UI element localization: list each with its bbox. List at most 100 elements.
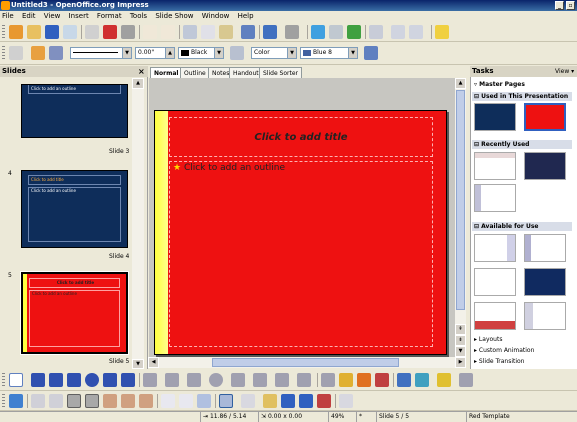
- scroll-up-button[interactable]: ▲: [132, 78, 144, 89]
- shadow-icon[interactable]: [364, 46, 378, 60]
- master-thumbnail-red[interactable]: [524, 103, 566, 131]
- open-icon[interactable]: [27, 25, 41, 39]
- snap-to-helplines-icon[interactable]: [85, 394, 99, 408]
- simple-handles-icon[interactable]: [219, 394, 233, 408]
- print-icon[interactable]: [121, 25, 135, 39]
- symbol-shapes-icon[interactable]: [209, 373, 223, 387]
- menu-tools[interactable]: Tools: [130, 12, 147, 20]
- display-grid-icon[interactable]: [31, 394, 45, 408]
- available-master-thumbnail-1[interactable]: [474, 234, 516, 262]
- master-thumbnail-blue[interactable]: [474, 103, 516, 131]
- menu-view[interactable]: View: [44, 12, 61, 20]
- recent-master-thumbnail-3[interactable]: [474, 184, 516, 212]
- snap-to-object-border-icon[interactable]: [121, 394, 135, 408]
- new-document-icon[interactable]: [9, 25, 23, 39]
- spellcheck-icon[interactable]: [143, 25, 157, 39]
- tab-handout[interactable]: Handout: [229, 67, 263, 78]
- chart-icon[interactable]: [311, 25, 325, 39]
- tasks-view-menu[interactable]: View ▾: [555, 66, 574, 77]
- slide-thumbnail-3[interactable]: Click to add an outline: [21, 84, 128, 138]
- text-icon[interactable]: [103, 373, 117, 387]
- snap-to-page-margins-icon[interactable]: [103, 394, 117, 408]
- fontwork-icon[interactable]: [339, 373, 353, 387]
- slides-pane-close-button[interactable]: ×: [138, 67, 145, 76]
- object-text-icon[interactable]: [299, 394, 313, 408]
- edit-file-icon[interactable]: [85, 25, 99, 39]
- recent-master-thumbnail-2[interactable]: [524, 152, 566, 180]
- line-width-field[interactable]: 0.00" ▲: [135, 47, 175, 59]
- rectangle-icon[interactable]: [67, 373, 81, 387]
- available-master-thumbnail-2[interactable]: [524, 234, 566, 262]
- scroll-down-button[interactable]: ▼: [132, 359, 144, 369]
- callouts-icon[interactable]: [275, 373, 289, 387]
- scroll-down-button[interactable]: ▼: [455, 346, 466, 357]
- block-arrows-icon[interactable]: [231, 373, 245, 387]
- basic-shapes-icon[interactable]: [187, 373, 201, 387]
- from-file-icon[interactable]: [357, 373, 371, 387]
- autospellcheck-icon[interactable]: [161, 25, 175, 39]
- rotate-icon[interactable]: [397, 373, 411, 387]
- toolbar-grip[interactable]: [2, 394, 5, 408]
- more-controls-icon[interactable]: [339, 394, 353, 408]
- scroll-right-button[interactable]: ▶: [455, 357, 466, 368]
- slides-scrollbar[interactable]: ▲ ▼: [132, 78, 144, 369]
- recent-master-thumbnail-1[interactable]: [474, 152, 516, 180]
- slide-canvas[interactable]: Click to add title ★ Click to add an out…: [154, 110, 447, 355]
- menu-slide-show[interactable]: Slide Show: [155, 12, 193, 20]
- line-style-select[interactable]: ▼: [70, 47, 132, 59]
- toolbar-grip[interactable]: [2, 46, 5, 61]
- menu-format[interactable]: Format: [97, 12, 122, 20]
- grid-icon[interactable]: [369, 25, 383, 39]
- callout-icon[interactable]: [121, 373, 135, 387]
- scroll-thumb[interactable]: [212, 358, 399, 367]
- maximize-button[interactable]: ▫: [566, 1, 575, 10]
- available-master-thumbnail-5[interactable]: [474, 302, 516, 330]
- email-icon[interactable]: [63, 25, 77, 39]
- master-pages-header[interactable]: ▿ Master Pages: [472, 80, 572, 89]
- rotation-mode-icon[interactable]: [9, 394, 23, 408]
- helplines-icon[interactable]: [49, 394, 63, 408]
- ellipse-icon[interactable]: [85, 373, 99, 387]
- slide-thumbnail-5[interactable]: Click to add title Click to add an outli…: [20, 271, 129, 355]
- select-icon[interactable]: [9, 373, 23, 387]
- arrow-style-icon[interactable]: [49, 46, 63, 60]
- menu-file[interactable]: File: [2, 12, 14, 20]
- double-click-to-edit-text-icon[interactable]: [197, 394, 211, 408]
- area-style-select[interactable]: Color ▼: [251, 47, 297, 59]
- page-layout-icon[interactable]: [317, 394, 331, 408]
- create-object-with-attributes-icon[interactable]: [263, 394, 277, 408]
- scroll-down-page-button[interactable]: ⇟: [455, 335, 466, 346]
- title-placeholder[interactable]: Click to add title: [169, 117, 433, 157]
- curve-icon[interactable]: [143, 373, 157, 387]
- arrange-icon[interactable]: [437, 373, 451, 387]
- copy-icon[interactable]: [201, 25, 215, 39]
- allow-quick-editing-icon[interactable]: [161, 394, 175, 408]
- undo-icon[interactable]: [263, 25, 277, 39]
- line-icon[interactable]: [31, 46, 45, 60]
- tasks-section-slide-transition[interactable]: ▸ Slide Transition: [474, 358, 525, 365]
- line-arrow-icon[interactable]: [49, 373, 63, 387]
- scroll-up-page-button[interactable]: ⇞: [455, 324, 466, 335]
- snap-to-object-points-icon[interactable]: [139, 394, 153, 408]
- save-icon[interactable]: [45, 25, 59, 39]
- editor-horizontal-scrollbar[interactable]: ◀ ▶: [148, 357, 466, 368]
- available-master-thumbnail-6[interactable]: [524, 302, 566, 330]
- menu-window[interactable]: Window: [202, 12, 230, 20]
- draw-line-icon[interactable]: [31, 373, 45, 387]
- clone-formatting-icon[interactable]: [241, 25, 255, 39]
- outline-placeholder[interactable]: ★ Click to add an outline: [169, 161, 433, 347]
- table-icon[interactable]: [329, 25, 343, 39]
- menu-help[interactable]: Help: [238, 12, 254, 20]
- exit-all-groups-icon[interactable]: [281, 394, 295, 408]
- tab-outline[interactable]: Outline: [180, 67, 210, 78]
- used-in-presentation-header[interactable]: ⊟ Used in This Presentation: [472, 92, 572, 101]
- available-master-thumbnail-3[interactable]: [474, 268, 516, 296]
- export-pdf-icon[interactable]: [103, 25, 117, 39]
- scroll-up-button[interactable]: ▲: [455, 78, 466, 89]
- available-for-use-header[interactable]: ⊟ Available for Use: [472, 222, 572, 231]
- stars-icon[interactable]: [297, 373, 311, 387]
- show-draw-functions-icon[interactable]: [347, 25, 361, 39]
- tab-normal[interactable]: Normal: [150, 67, 183, 78]
- cut-icon[interactable]: [183, 25, 197, 39]
- select-text-area-only-icon[interactable]: [179, 394, 193, 408]
